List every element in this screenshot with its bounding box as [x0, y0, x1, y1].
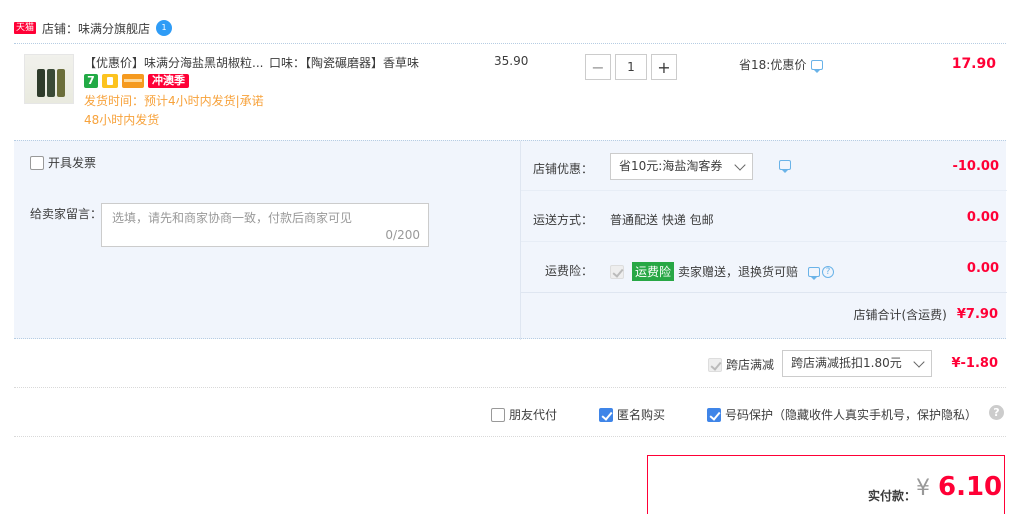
promo-info: 省18:优惠价 [739, 56, 824, 73]
product-thumbnail[interactable] [24, 54, 74, 104]
shipping-insurance-amount: 0.00 [966, 261, 999, 276]
cross-store-value: 跨店满减抵扣1.80元 [791, 356, 902, 370]
payment-summary-box: 实付款： ¥ 6.10 [647, 455, 1005, 514]
invoice-checkbox[interactable] [30, 155, 44, 170]
shipping-method-value: 普通配送 快递 包邮 [610, 213, 714, 227]
shop-total-label: 店铺合计(含运费) [853, 308, 947, 322]
chevron-down-icon [913, 356, 925, 368]
shop-coupon-select[interactable]: 省10元:海盐淘客券 [610, 153, 753, 180]
shop-coupon-amount: -10.00 [952, 159, 999, 174]
promo-text: 省18:优惠价 [739, 58, 807, 72]
quantity-stepper: − 1 + [585, 54, 677, 80]
seller-message-textarea[interactable]: 选填，请先和商家协商一致，付款后商家可见 0/200 [101, 203, 429, 247]
shipping-method-label: 运送方式： [532, 213, 593, 227]
seller-message-counter: 0/200 [385, 228, 420, 242]
shipping-amount: 0.00 [966, 210, 999, 225]
help-icon[interactable]: ? [822, 265, 835, 278]
shop-total-amount: ¥7.90 [956, 307, 998, 322]
shipping-method-row: 运送方式： 普通配送 快递 包邮 0.00 [521, 192, 1007, 242]
shop-name-link[interactable]: 店铺：味满分旗舰店 [42, 20, 150, 37]
quantity-increase-button[interactable]: + [651, 54, 677, 80]
seller-message-placeholder: 选填，请先和商家协商一致，付款后商家可见 [112, 211, 353, 225]
product-title-link[interactable]: 【优惠价】味满分海盐黑胡椒粒... [84, 54, 264, 71]
invoice-option[interactable]: 开具发票 [30, 154, 96, 171]
shipping-insurance-text: 卖家赠送，退换货可赔 [678, 265, 799, 279]
seller-message-label: 给卖家留言： [30, 207, 103, 221]
cross-store-checkbox [708, 357, 722, 372]
currency-symbol: ¥ [916, 476, 930, 501]
quantity-input[interactable]: 1 [615, 54, 647, 80]
cross-store-discount-row: 跨店满减 跨店满减抵扣1.80元 ¥-1.80 [14, 340, 1006, 388]
sale-event-badge: 冲澳季 [148, 74, 189, 88]
quantity-decrease-button[interactable]: − [585, 54, 611, 80]
shipping-insurance-row: 运费险： 运费险 卖家赠送，退换货可赔 ? 0.00 [521, 243, 1007, 293]
shipping-time-note: 发货时间：预计4小时内发货|承诺48小时内发货 [84, 94, 264, 127]
anonymous-purchase-checkbox[interactable] [599, 407, 613, 422]
seven-day-return-icon: 7 [84, 74, 98, 88]
cross-store-select[interactable]: 跨店满减抵扣1.80元 [782, 350, 932, 377]
credit-card-icon [122, 74, 144, 88]
actual-payment-label: 实付款： [868, 489, 917, 503]
friend-pay-checkbox[interactable] [491, 407, 505, 422]
tmall-badge: 天猫 [14, 22, 37, 34]
order-item-row: 【优惠价】味满分海盐黑胡椒粒... 口味：【陶瓷碾磨器】香草味 7 冲澳季 发货… [14, 43, 1006, 139]
extra-options-row: 朋友代付 匿名购买 号码保护（隐藏收件人真实手机号，保护隐私） ? [14, 389, 1006, 437]
order-options-right: 店铺优惠： 省10元:海盐淘客券 -10.00 运送方式： 普通配送 快递 包邮… [520, 141, 1007, 340]
actual-payment-amount: 6.10 [938, 472, 1003, 502]
help-icon[interactable]: ? [989, 405, 1004, 420]
cross-store-option: 跨店满减 [708, 356, 774, 373]
invoice-label: 开具发票 [48, 156, 97, 170]
unit-price: 35.90 [494, 54, 529, 68]
wangwang-chat-icon[interactable]: 1 [156, 20, 173, 36]
shipping-insurance-checkbox [610, 264, 624, 279]
shop-total: 店铺合计(含运费) ¥7.90 [854, 306, 999, 323]
number-protection-label: 号码保护（隐藏收件人真实手机号，保护隐私） [725, 408, 978, 422]
shop-coupon-label: 店铺优惠： [532, 162, 593, 176]
cross-store-amount: ¥-1.80 [951, 356, 998, 371]
comment-icon[interactable] [811, 59, 824, 73]
product-spec: 口味：【陶瓷碾磨器】香草味 [269, 56, 420, 70]
friend-pay-label: 朋友代付 [509, 408, 558, 422]
shop-header: 天猫 店铺：味满分旗舰店 1 [14, 18, 173, 38]
number-protection-checkbox[interactable] [707, 407, 721, 422]
shop-coupon-value: 省10元:海盐淘客券 [619, 159, 723, 173]
friend-pay-option[interactable]: 朋友代付 [491, 406, 557, 423]
service-badges: 7 冲澳季 [84, 74, 189, 88]
comment-icon[interactable] [779, 160, 791, 173]
comment-icon[interactable] [808, 266, 821, 280]
chevron-down-icon [734, 159, 746, 171]
anonymous-purchase-label: 匿名购买 [617, 408, 666, 422]
item-subtotal: 17.90 [951, 56, 996, 72]
shipping-insurance-label: 运费险： [544, 264, 593, 278]
number-protection-option[interactable]: 号码保护（隐藏收件人真实手机号，保护隐私） [707, 406, 977, 423]
anonymous-purchase-option[interactable]: 匿名购买 [599, 406, 665, 423]
cross-store-label: 跨店满减 [726, 358, 775, 372]
shipping-insurance-badge: 运费险 [632, 262, 675, 281]
shop-coupon-row: 店铺优惠： 省10元:海盐淘客券 -10.00 [521, 141, 1007, 191]
order-options-panel: 开具发票 给卖家留言： 选填，请先和商家协商一致，付款后商家可见 0/200 店… [14, 140, 1007, 340]
shipping-insurance-info: 运费险 卖家赠送，退换货可赔 ? [610, 262, 835, 281]
guarantee-icon [102, 74, 118, 88]
